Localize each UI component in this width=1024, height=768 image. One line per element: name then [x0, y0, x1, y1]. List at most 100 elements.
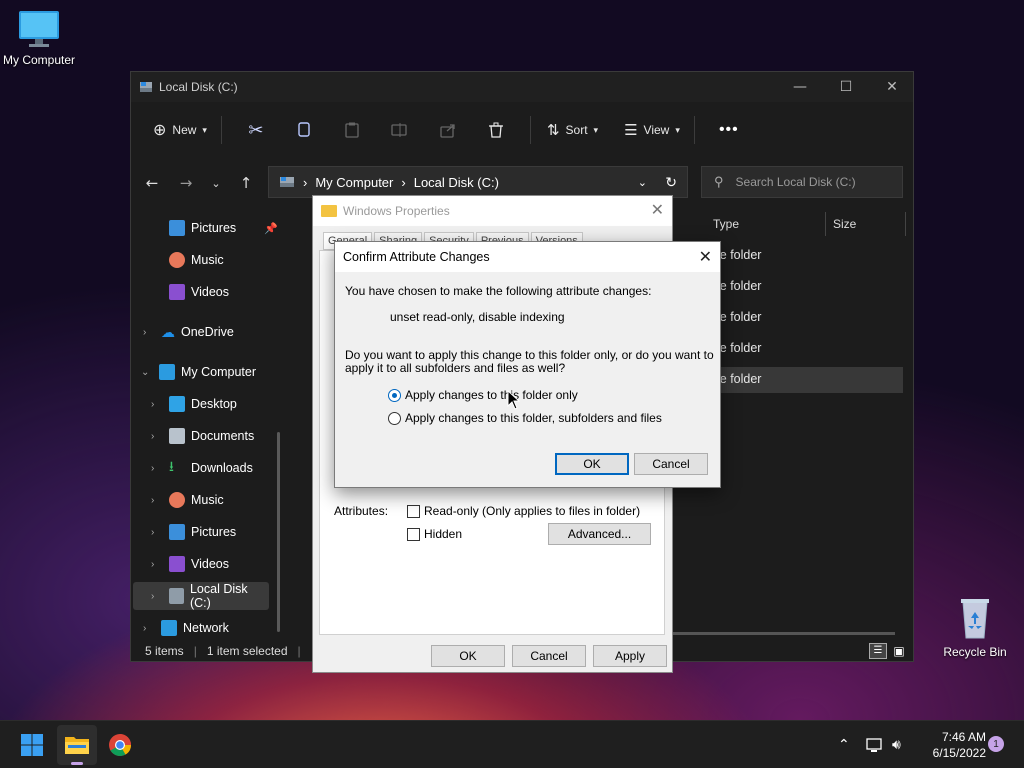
videos-icon [169, 284, 185, 300]
address-bar[interactable]: › My Computer › Local Disk (C:) ⌄ ↻ [268, 166, 688, 198]
nav-label: Videos [191, 557, 229, 571]
horizontal-scrollbar[interactable] [671, 632, 895, 635]
readonly-label: Read-only (Only applies to files in fold… [424, 504, 641, 518]
network-tray-button[interactable] [866, 721, 884, 768]
maximize-button[interactable]: ☐ [823, 72, 869, 102]
cut-button[interactable]: ✂ [232, 114, 280, 146]
address-dropdown-icon[interactable]: ⌄ [638, 176, 647, 189]
nav-item-local-disk[interactable]: › Local Disk (C:) [133, 582, 269, 610]
nav-item-onedrive[interactable]: › ☁ OneDrive [143, 318, 234, 346]
tiles-view-button[interactable]: ▣ [891, 643, 907, 659]
readonly-checkbox[interactable]: Read-only (Only applies to files in fold… [407, 504, 641, 519]
arrow-right-icon: → [179, 174, 193, 192]
nav-scrollbar[interactable] [277, 432, 280, 632]
nav-item-network[interactable]: › Network [143, 620, 229, 636]
sort-button[interactable]: ⇅ Sort ▾ [543, 114, 602, 146]
paste-button[interactable] [328, 114, 376, 146]
nav-label: Music [191, 253, 224, 267]
chrome-icon [109, 734, 131, 756]
desktop-icon-label: Recycle Bin [943, 645, 1007, 659]
rename-button[interactable] [376, 114, 424, 146]
start-button[interactable] [12, 725, 52, 765]
nav-label: My Computer [181, 365, 257, 379]
close-button[interactable]: ✕ [869, 72, 915, 102]
speaker-icon: 🔊︎ [892, 737, 901, 753]
more-options-button[interactable]: ••• [705, 114, 753, 146]
desktop-icon-recycle-bin[interactable]: Recycle Bin [933, 596, 1017, 659]
search-box[interactable]: ⚲ Search Local Disk (C:) [701, 166, 903, 198]
show-hidden-icons-button[interactable]: ⌃ [838, 721, 850, 768]
details-view-button[interactable]: ☰ [869, 643, 887, 659]
refresh-icon[interactable]: ↻ [665, 174, 677, 191]
item-count: 5 items [145, 644, 184, 658]
share-button[interactable] [424, 114, 472, 146]
nav-item-desktop[interactable]: › Desktop [151, 390, 237, 418]
file-explorer-taskbar-button[interactable] [57, 725, 97, 765]
notification-badge[interactable]: 1 [988, 736, 1004, 752]
nav-item-pictures[interactable]: › Pictures [151, 518, 236, 546]
desktop-icon-my-computer[interactable]: My Computer [0, 8, 81, 67]
nav-item-videos-quick[interactable]: Videos [169, 278, 229, 306]
folder-icon [321, 205, 337, 217]
back-button[interactable]: ← [137, 166, 167, 200]
active-indicator [71, 762, 83, 765]
delete-button[interactable] [472, 114, 520, 146]
confirm-title: Confirm Attribute Changes [343, 250, 490, 264]
nav-item-music[interactable]: › Music [151, 486, 224, 514]
search-placeholder: Search Local Disk (C:) [735, 175, 856, 189]
properties-ok-button[interactable]: OK [431, 645, 505, 667]
mouse-cursor-icon [507, 390, 521, 410]
radio-label: Apply changes to this folder, subfolders… [405, 411, 662, 425]
pictures-icon [169, 524, 185, 540]
arrow-left-icon: ← [145, 174, 159, 192]
confirm-close-button[interactable]: ✕ [699, 247, 712, 267]
nav-item-videos[interactable]: › Videos [151, 550, 229, 578]
new-button[interactable]: ⊕ New ▾ [149, 114, 211, 146]
advanced-button[interactable]: Advanced... [548, 523, 651, 545]
nav-label: Music [191, 493, 224, 507]
nav-item-music-quick[interactable]: Music [169, 246, 224, 274]
nav-item-pictures-quick[interactable]: Pictures 📌 [169, 214, 278, 242]
minimize-button[interactable]: — [777, 72, 823, 102]
view-button[interactable]: ☰ View ▾ [620, 114, 684, 146]
rename-icon [391, 123, 407, 137]
music-icon [169, 252, 185, 268]
nav-item-my-computer[interactable]: ⌄ My Computer [141, 358, 256, 386]
confirm-titlebar[interactable]: Confirm Attribute Changes [335, 242, 720, 272]
confirm-intro-text: You have chosen to make the following at… [345, 284, 652, 298]
radio-folder-subfolders-files[interactable]: Apply changes to this folder, subfolders… [388, 411, 662, 426]
nav-label: Videos [191, 285, 229, 299]
up-button[interactable]: ↑ [231, 166, 261, 200]
file-type-cell: le folder [717, 372, 762, 386]
confirm-cancel-button[interactable]: Cancel [634, 453, 708, 475]
properties-close-button[interactable]: ✕ [651, 200, 664, 220]
properties-cancel-button[interactable]: Cancel [512, 645, 586, 667]
nav-item-downloads[interactable]: › ⭳ Downloads [151, 454, 253, 482]
music-icon [169, 492, 185, 508]
copy-button[interactable] [280, 114, 328, 146]
confirm-ok-button[interactable]: OK [555, 453, 629, 475]
nav-label: Downloads [191, 461, 253, 475]
confirm-attribute-changes-dialog: Confirm Attribute Changes ✕ You have cho… [334, 241, 721, 488]
nav-item-documents[interactable]: › Documents [151, 422, 254, 450]
properties-apply-button[interactable]: Apply [593, 645, 667, 667]
hidden-checkbox[interactable]: Hidden [407, 527, 463, 542]
properties-title: Windows Properties [343, 204, 450, 218]
recent-locations-button[interactable]: ⌄ [201, 166, 231, 200]
radio-folder-only[interactable]: Apply changes to this folder only [388, 388, 578, 403]
chrome-taskbar-button[interactable] [100, 725, 140, 765]
breadcrumb-my-computer[interactable]: My Computer [315, 175, 393, 190]
properties-titlebar[interactable]: Windows Properties [313, 196, 672, 226]
volume-tray-button[interactable]: 🔊︎ [892, 721, 901, 768]
status-divider: | [297, 644, 301, 658]
column-header-size[interactable]: Size [833, 212, 856, 236]
network-icon [866, 738, 882, 752]
folder-icon [65, 737, 89, 754]
forward-button[interactable]: → [171, 166, 201, 200]
hidden-label: Hidden [424, 527, 463, 541]
clock[interactable]: 7:46 AM 6/15/2022 [916, 729, 986, 761]
column-header-type[interactable]: Type [713, 212, 739, 236]
breadcrumb-local-disk[interactable]: Local Disk (C:) [414, 175, 499, 190]
view-list-icon: ☰ [624, 122, 638, 139]
column-divider [905, 212, 906, 236]
